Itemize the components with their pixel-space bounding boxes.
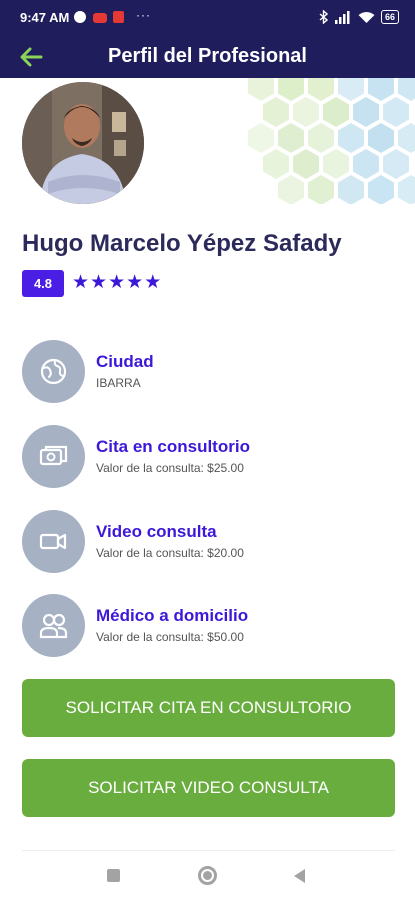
info-item-home-visit: Médico a domicilio Valor de la consulta:… <box>22 594 382 658</box>
status-bar: 9:47 AM ··· 66 <box>0 0 415 36</box>
battery-icon: 66 <box>380 10 399 24</box>
page-title: Perfil del Profesional <box>108 45 307 67</box>
youtube-icon <box>93 13 107 23</box>
wifi-icon <box>358 11 375 23</box>
signal-icon <box>334 10 350 24</box>
globe-icon <box>40 358 67 385</box>
star-icon: ★ <box>72 272 90 293</box>
info-value: Valor de la consulta: $50.00 <box>96 630 244 644</box>
status-time: 9:47 AM <box>20 10 70 25</box>
info-value: Valor de la consulta: $20.00 <box>96 546 244 560</box>
recents-icon[interactable] <box>107 869 120 882</box>
system-nav-bar <box>0 852 415 900</box>
star-icon: ★ <box>108 272 126 293</box>
profile-avatar <box>22 82 144 204</box>
info-item-city: Ciudad IBARRA <box>22 340 382 404</box>
request-office-appointment-button[interactable]: SOLICITAR CITA EN CONSULTORIO <box>22 679 395 737</box>
home-icon[interactable] <box>198 866 217 885</box>
back-icon[interactable] <box>294 869 305 883</box>
battery-level: 66 <box>384 11 395 22</box>
avatar-photo <box>22 82 144 204</box>
bluetooth-icon <box>319 10 328 24</box>
request-video-consultation-button[interactable]: SOLICITAR VIDEO CONSULTA <box>22 759 395 817</box>
info-label: Médico a domicilio <box>96 606 249 625</box>
info-value: IBARRA <box>96 376 141 390</box>
info-item-office: Cita en consultorio Valor de la consulta… <box>22 425 382 489</box>
star-icon: ★ <box>144 272 162 293</box>
info-label: Ciudad <box>96 352 154 371</box>
professional-name: Hugo Marcelo Yépez Safady <box>22 230 342 257</box>
star-rating: ★ ★ ★ ★ ★ <box>72 271 161 295</box>
icon-circle <box>22 425 85 488</box>
icon-circle <box>22 510 85 573</box>
info-value: Valor de la consulta: $25.00 <box>96 461 244 475</box>
star-icon: ★ <box>126 272 144 293</box>
info-label: Cita en consultorio <box>96 437 250 456</box>
app-bar: Perfil del Profesional <box>0 36 415 78</box>
divider <box>22 850 395 851</box>
users-icon <box>39 613 68 639</box>
hexagon-pattern-decoration <box>248 78 415 204</box>
app-icon <box>113 11 124 23</box>
camera-icon <box>39 445 68 466</box>
more-dots-icon: ··· <box>136 8 151 22</box>
info-label: Video consulta <box>96 522 217 541</box>
icon-circle <box>22 594 85 657</box>
info-item-video: Video consulta Valor de la consulta: $20… <box>22 510 382 574</box>
star-icon: ★ <box>90 272 108 293</box>
icon-circle <box>22 340 85 403</box>
video-icon <box>39 533 67 550</box>
google-icon <box>74 11 86 23</box>
rating-badge: 4.8 <box>22 270 64 297</box>
